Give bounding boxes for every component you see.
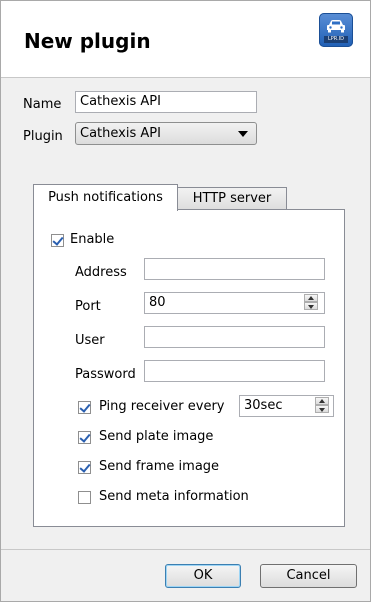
dialog-header: New plugin LPR.ID [1,1,370,78]
arrow-up-icon[interactable] [304,294,318,302]
ping-interval-value: 30sec [244,398,283,413]
name-label: Name [23,97,62,112]
plate-logo-text: LPR.ID [324,36,348,43]
ping-receiver-checkbox[interactable] [78,401,91,414]
name-input[interactable]: Cathexis API [75,91,257,113]
plugin-label: Plugin [23,129,63,144]
tab-push-notifications[interactable]: Push notifications [33,184,178,211]
port-input[interactable]: 80 [144,292,325,314]
plugin-select[interactable]: Cathexis API [75,122,257,145]
car-icon [327,20,345,33]
port-label: Port [75,299,101,314]
port-value: 80 [149,295,166,310]
ping-receiver-label: Ping receiver every [99,399,225,414]
tab-http-server[interactable]: HTTP server [177,187,287,211]
address-input[interactable] [144,258,325,280]
plugin-select-value: Cathexis API [80,126,161,141]
send-meta-information-label: Send meta information [99,489,249,504]
ok-button[interactable]: OK [165,564,241,588]
arrow-down-icon[interactable] [304,302,318,310]
chevron-down-icon [238,131,248,137]
send-plate-image-label: Send plate image [99,429,214,444]
arrow-down-icon[interactable] [315,405,329,413]
enable-label: Enable [70,232,115,247]
address-label: Address [75,265,127,280]
port-stepper[interactable] [304,294,320,312]
user-label: User [75,333,105,348]
password-input[interactable] [144,360,325,382]
send-plate-image-checkbox[interactable] [78,431,91,444]
dialog-window: New plugin LPR.ID Name Cathexis API Plug… [0,0,371,602]
send-meta-information-checkbox[interactable] [78,491,91,504]
send-frame-image-checkbox[interactable] [78,461,91,474]
car-plate-logo-icon: LPR.ID [319,13,353,47]
cancel-button[interactable]: Cancel [260,564,357,588]
user-input[interactable] [144,326,325,348]
dialog-title: New plugin [24,29,151,53]
footer-divider [1,549,370,550]
send-frame-image-label: Send frame image [99,459,220,474]
password-label: Password [75,367,136,382]
ping-interval-stepper[interactable] [315,397,331,415]
arrow-up-icon[interactable] [315,397,329,405]
enable-checkbox[interactable] [51,234,64,247]
